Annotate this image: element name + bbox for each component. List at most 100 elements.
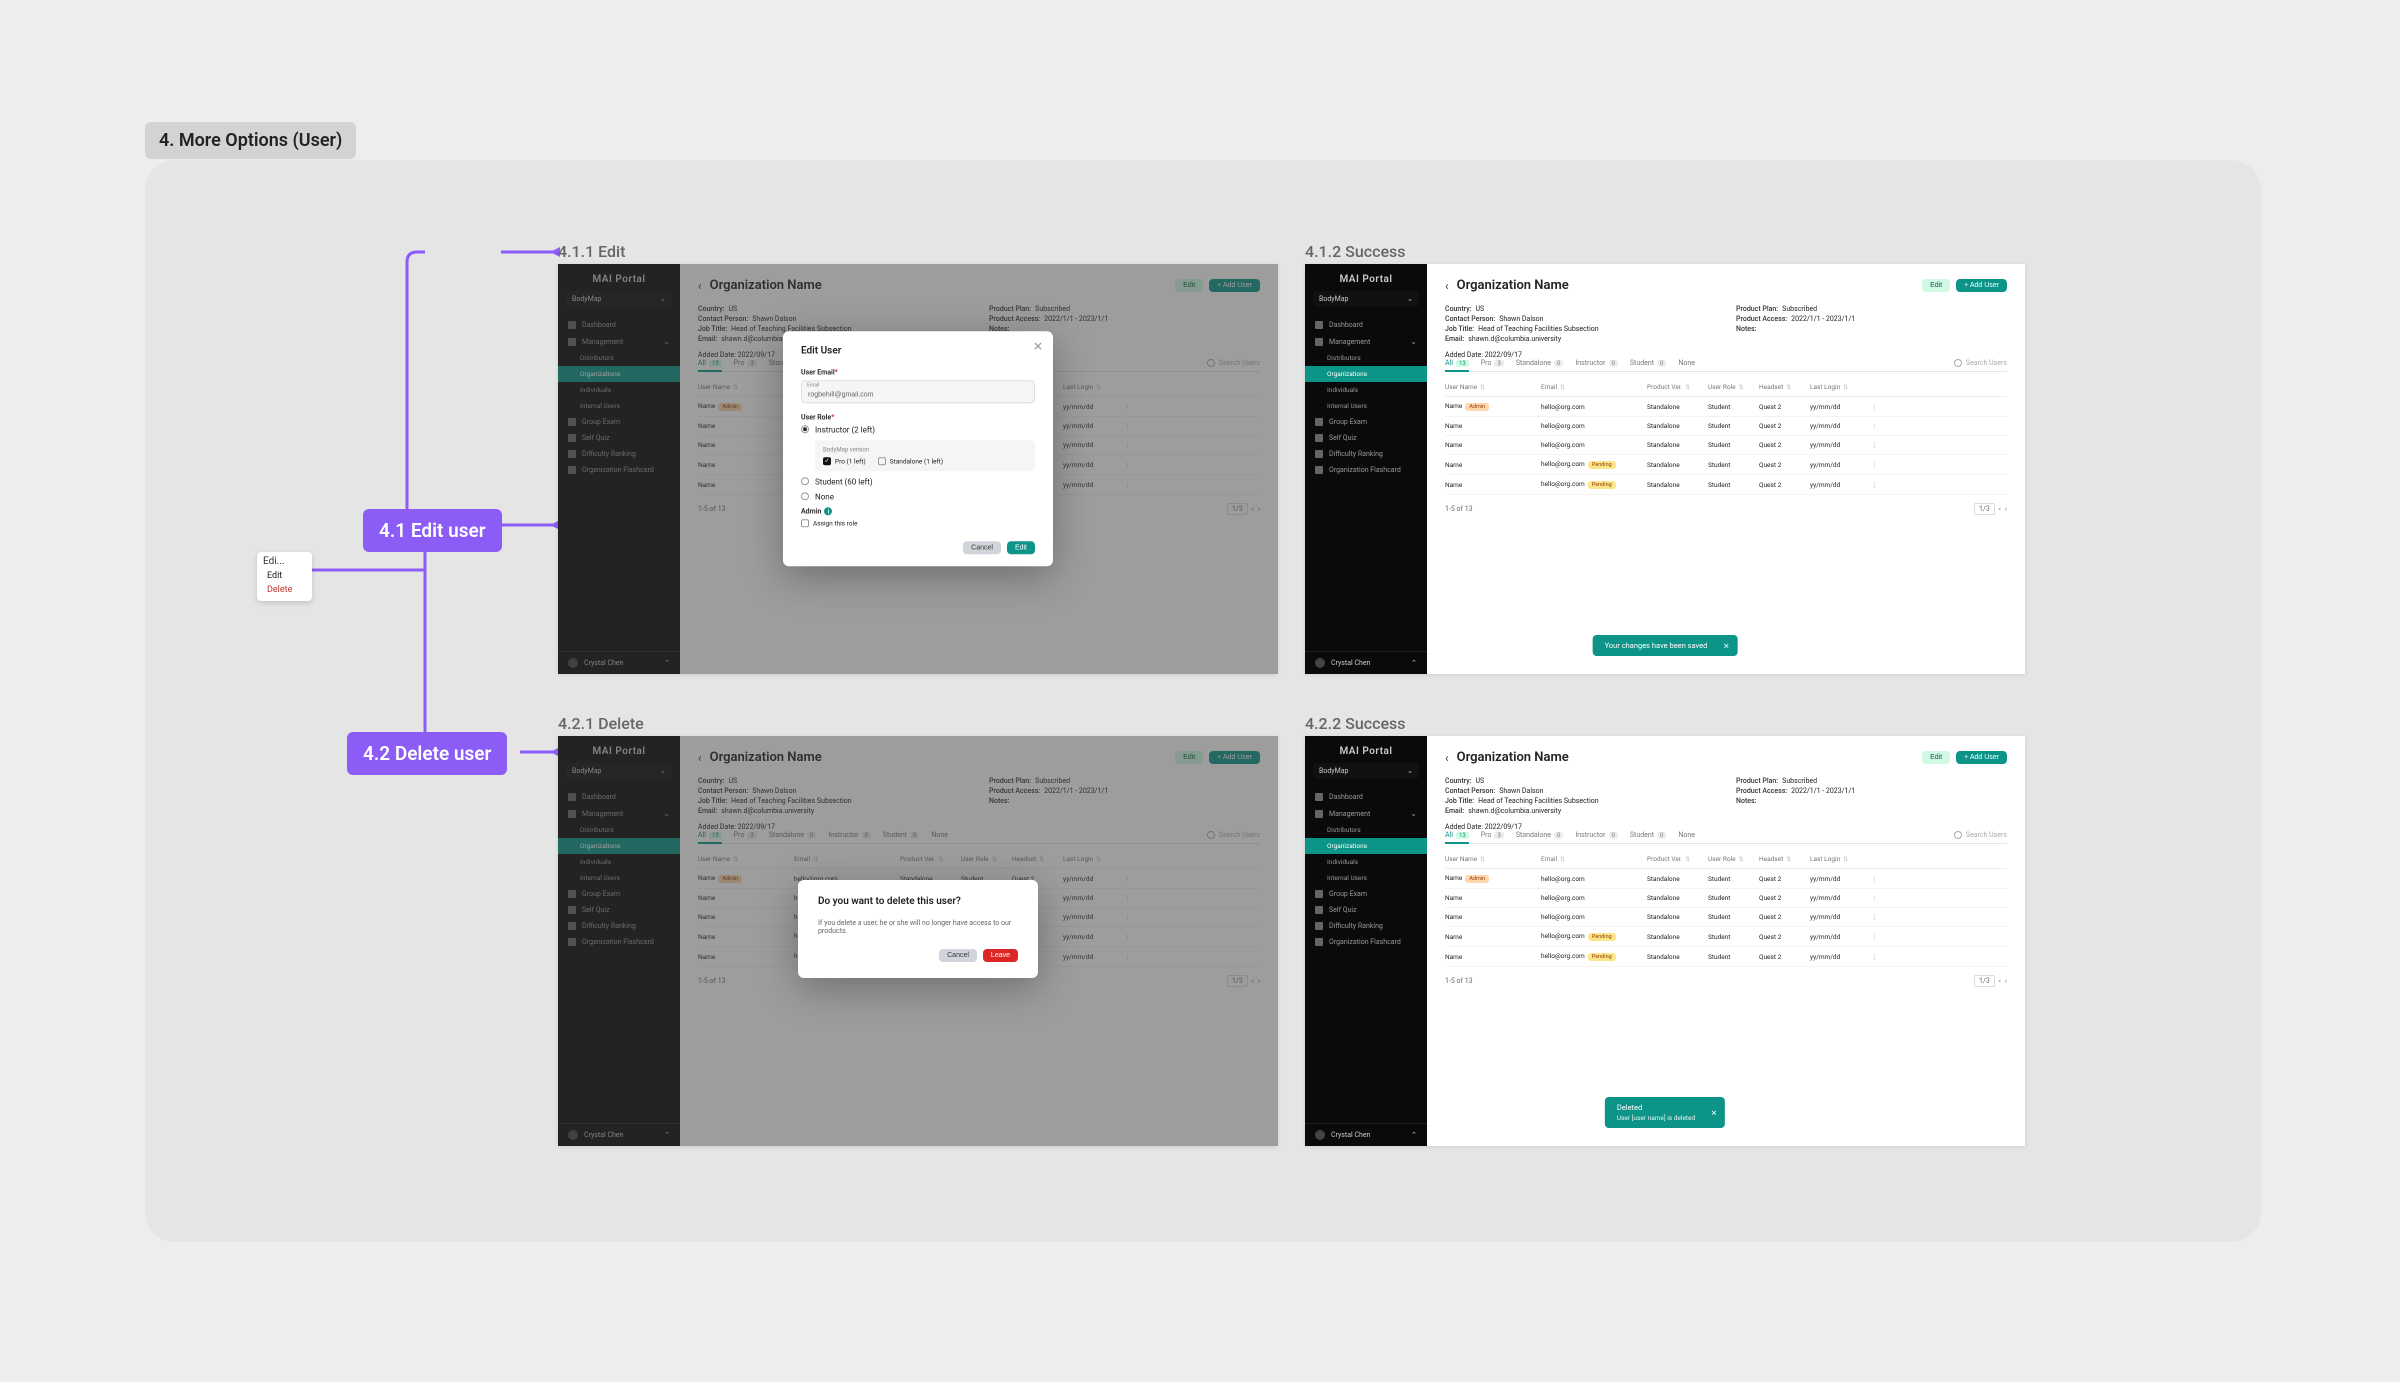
sidebar-item-distributors[interactable]: Distributors — [1305, 822, 1427, 838]
avatar — [1315, 658, 1325, 668]
sort-icon[interactable]: ⇅ — [1560, 384, 1565, 391]
tab-none[interactable]: None — [1678, 831, 1695, 839]
edit-button[interactable]: Edit — [1922, 279, 1950, 292]
add-user-button[interactable]: + Add User — [1956, 751, 2007, 764]
row-more-icon[interactable]: ⋮ — [1871, 461, 1881, 469]
row-more-icon[interactable]: ⋮ — [1871, 933, 1881, 941]
tab-student[interactable]: Student0 — [1630, 831, 1667, 839]
search-icon — [1954, 831, 1962, 839]
sidebar-item-difficulty-ranking[interactable]: Difficulty Ranking — [1305, 918, 1427, 934]
tab-none[interactable]: None — [1678, 359, 1695, 367]
label-role: User Role — [801, 413, 1035, 421]
radio-student[interactable]: Student (60 left) — [801, 477, 1035, 486]
context-menu-delete[interactable]: Delete — [263, 583, 306, 597]
checkbox-assign-admin[interactable]: Assign this role — [801, 519, 1035, 527]
back-button[interactable]: ‹ — [1445, 751, 1449, 765]
search-input[interactable]: Search Users — [1954, 359, 2007, 367]
label-email: User Email — [801, 368, 1035, 376]
tab-all[interactable]: All13 — [1445, 831, 1469, 844]
tab-all[interactable]: All13 — [1445, 359, 1469, 372]
back-button[interactable]: ‹ — [1445, 279, 1449, 293]
product-selector[interactable]: BodyMap⌄ — [1313, 291, 1419, 307]
sidebar-item-self-quiz[interactable]: Self Quiz — [1305, 902, 1427, 918]
tab-pro[interactable]: Pro3 — [1481, 359, 1504, 367]
sidebar-item-difficulty-ranking[interactable]: Difficulty Ranking — [1305, 446, 1427, 462]
context-menu-title: Edi... — [263, 556, 306, 567]
tab-standalone[interactable]: Standalone0 — [1516, 359, 1564, 367]
product-selector[interactable]: BodyMap⌄ — [1313, 763, 1419, 779]
pager-prev[interactable]: ‹ — [1999, 977, 2001, 985]
sidebar-item-organization-flashcard[interactable]: Organization Flashcard — [1305, 462, 1427, 478]
screen-421: MAI Portal BodyMap⌄ DashboardManagement⌄… — [558, 736, 1278, 1146]
save-button[interactable]: Edit — [1007, 541, 1035, 554]
row-more-icon[interactable]: ⋮ — [1871, 441, 1881, 449]
tab-pro[interactable]: Pro3 — [1481, 831, 1504, 839]
context-menu-edit[interactable]: Edit — [263, 569, 306, 583]
label-admin: Admini — [801, 507, 1035, 516]
sidebar-user[interactable]: Crystal Chen⌃ — [1305, 651, 1427, 674]
edit-button[interactable]: Edit — [1922, 751, 1950, 764]
cancel-button[interactable]: Cancel — [963, 541, 1001, 554]
sort-icon[interactable]: ⇅ — [1739, 856, 1744, 863]
sort-icon[interactable]: ⇅ — [1843, 384, 1848, 391]
row-more-icon[interactable]: ⋮ — [1871, 481, 1881, 489]
sort-icon[interactable]: ⇅ — [1739, 384, 1744, 391]
info-icon[interactable]: i — [824, 507, 832, 515]
radio-none[interactable]: None — [801, 492, 1035, 501]
row-more-icon[interactable]: ⋮ — [1871, 894, 1881, 902]
toast-close-icon[interactable]: ✕ — [1711, 1108, 1717, 1117]
toast-close-icon[interactable]: ✕ — [1723, 641, 1729, 650]
row-more-icon[interactable]: ⋮ — [1871, 422, 1881, 430]
leave-button[interactable]: Leave — [983, 949, 1018, 962]
pager-next[interactable]: › — [2005, 977, 2007, 985]
tab-standalone[interactable]: Standalone0 — [1516, 831, 1564, 839]
row-more-icon[interactable]: ⋮ — [1871, 913, 1881, 921]
sidebar-item-internal-users[interactable]: Internal Users — [1305, 870, 1427, 886]
sidebar-item-distributors[interactable]: Distributors — [1305, 350, 1427, 366]
pager-next[interactable]: › — [2005, 505, 2007, 513]
sidebar-item-dashboard[interactable]: Dashboard — [1305, 317, 1427, 333]
sidebar-item-self-quiz[interactable]: Self Quiz — [1305, 430, 1427, 446]
checkbox-standalone[interactable]: Standalone (1 left) — [878, 457, 943, 465]
tab-student[interactable]: Student0 — [1630, 359, 1667, 367]
ann-label-edit: 4.1 Edit user — [363, 509, 502, 552]
tab-instructor[interactable]: Instructor0 — [1575, 359, 1618, 367]
sidebar-item-organizations[interactable]: Organizations — [1305, 366, 1427, 382]
search-input[interactable]: Search Users — [1954, 831, 2007, 839]
sidebar-item-management[interactable]: Management⌄ — [1305, 333, 1427, 350]
checkbox-pro[interactable]: ✓Pro (1 left) — [823, 457, 866, 465]
sort-icon[interactable]: ⇅ — [1786, 856, 1791, 863]
sidebar-item-management[interactable]: Management⌄ — [1305, 805, 1427, 822]
add-user-button[interactable]: + Add User — [1956, 279, 2007, 292]
badge-admin: Admin — [1465, 875, 1489, 883]
sort-icon[interactable]: ⇅ — [1480, 856, 1485, 863]
sort-icon[interactable]: ⇅ — [1786, 384, 1791, 391]
tab-instructor[interactable]: Instructor0 — [1575, 831, 1618, 839]
sidebar-user[interactable]: Crystal Chen⌃ — [1305, 1123, 1427, 1146]
radio-instructor[interactable]: Instructor (2 left) — [801, 425, 1035, 434]
nav-icon — [1315, 922, 1323, 930]
row-more-icon[interactable]: ⋮ — [1871, 403, 1881, 411]
sidebar-item-group-exam[interactable]: Group Exam — [1305, 414, 1427, 430]
sidebar-item-internal-users[interactable]: Internal Users — [1305, 398, 1427, 414]
sidebar: MAI Portal BodyMap⌄ DashboardManagement⌄… — [1305, 736, 1427, 1146]
pager-prev[interactable]: ‹ — [1999, 505, 2001, 513]
close-icon[interactable]: ✕ — [1033, 339, 1043, 353]
sort-icon[interactable]: ⇅ — [1685, 856, 1690, 863]
nav-icon — [1315, 938, 1323, 946]
sort-icon[interactable]: ⇅ — [1843, 856, 1848, 863]
sort-icon[interactable]: ⇅ — [1480, 384, 1485, 391]
sort-icon[interactable]: ⇅ — [1685, 384, 1690, 391]
row-more-icon[interactable]: ⋮ — [1871, 875, 1881, 883]
table-row: Name hello@org.comPending StandaloneStud… — [1445, 455, 2007, 475]
sidebar-item-individuals[interactable]: Individuals — [1305, 382, 1427, 398]
sidebar-item-individuals[interactable]: Individuals — [1305, 854, 1427, 870]
email-field[interactable] — [801, 380, 1035, 403]
sidebar-item-organizations[interactable]: Organizations — [1305, 838, 1427, 854]
sort-icon[interactable]: ⇅ — [1560, 856, 1565, 863]
sidebar-item-group-exam[interactable]: Group Exam — [1305, 886, 1427, 902]
sidebar-item-dashboard[interactable]: Dashboard — [1305, 789, 1427, 805]
row-more-icon[interactable]: ⋮ — [1871, 953, 1881, 961]
sidebar-item-organization-flashcard[interactable]: Organization Flashcard — [1305, 934, 1427, 950]
cancel-button[interactable]: Cancel — [939, 949, 977, 962]
